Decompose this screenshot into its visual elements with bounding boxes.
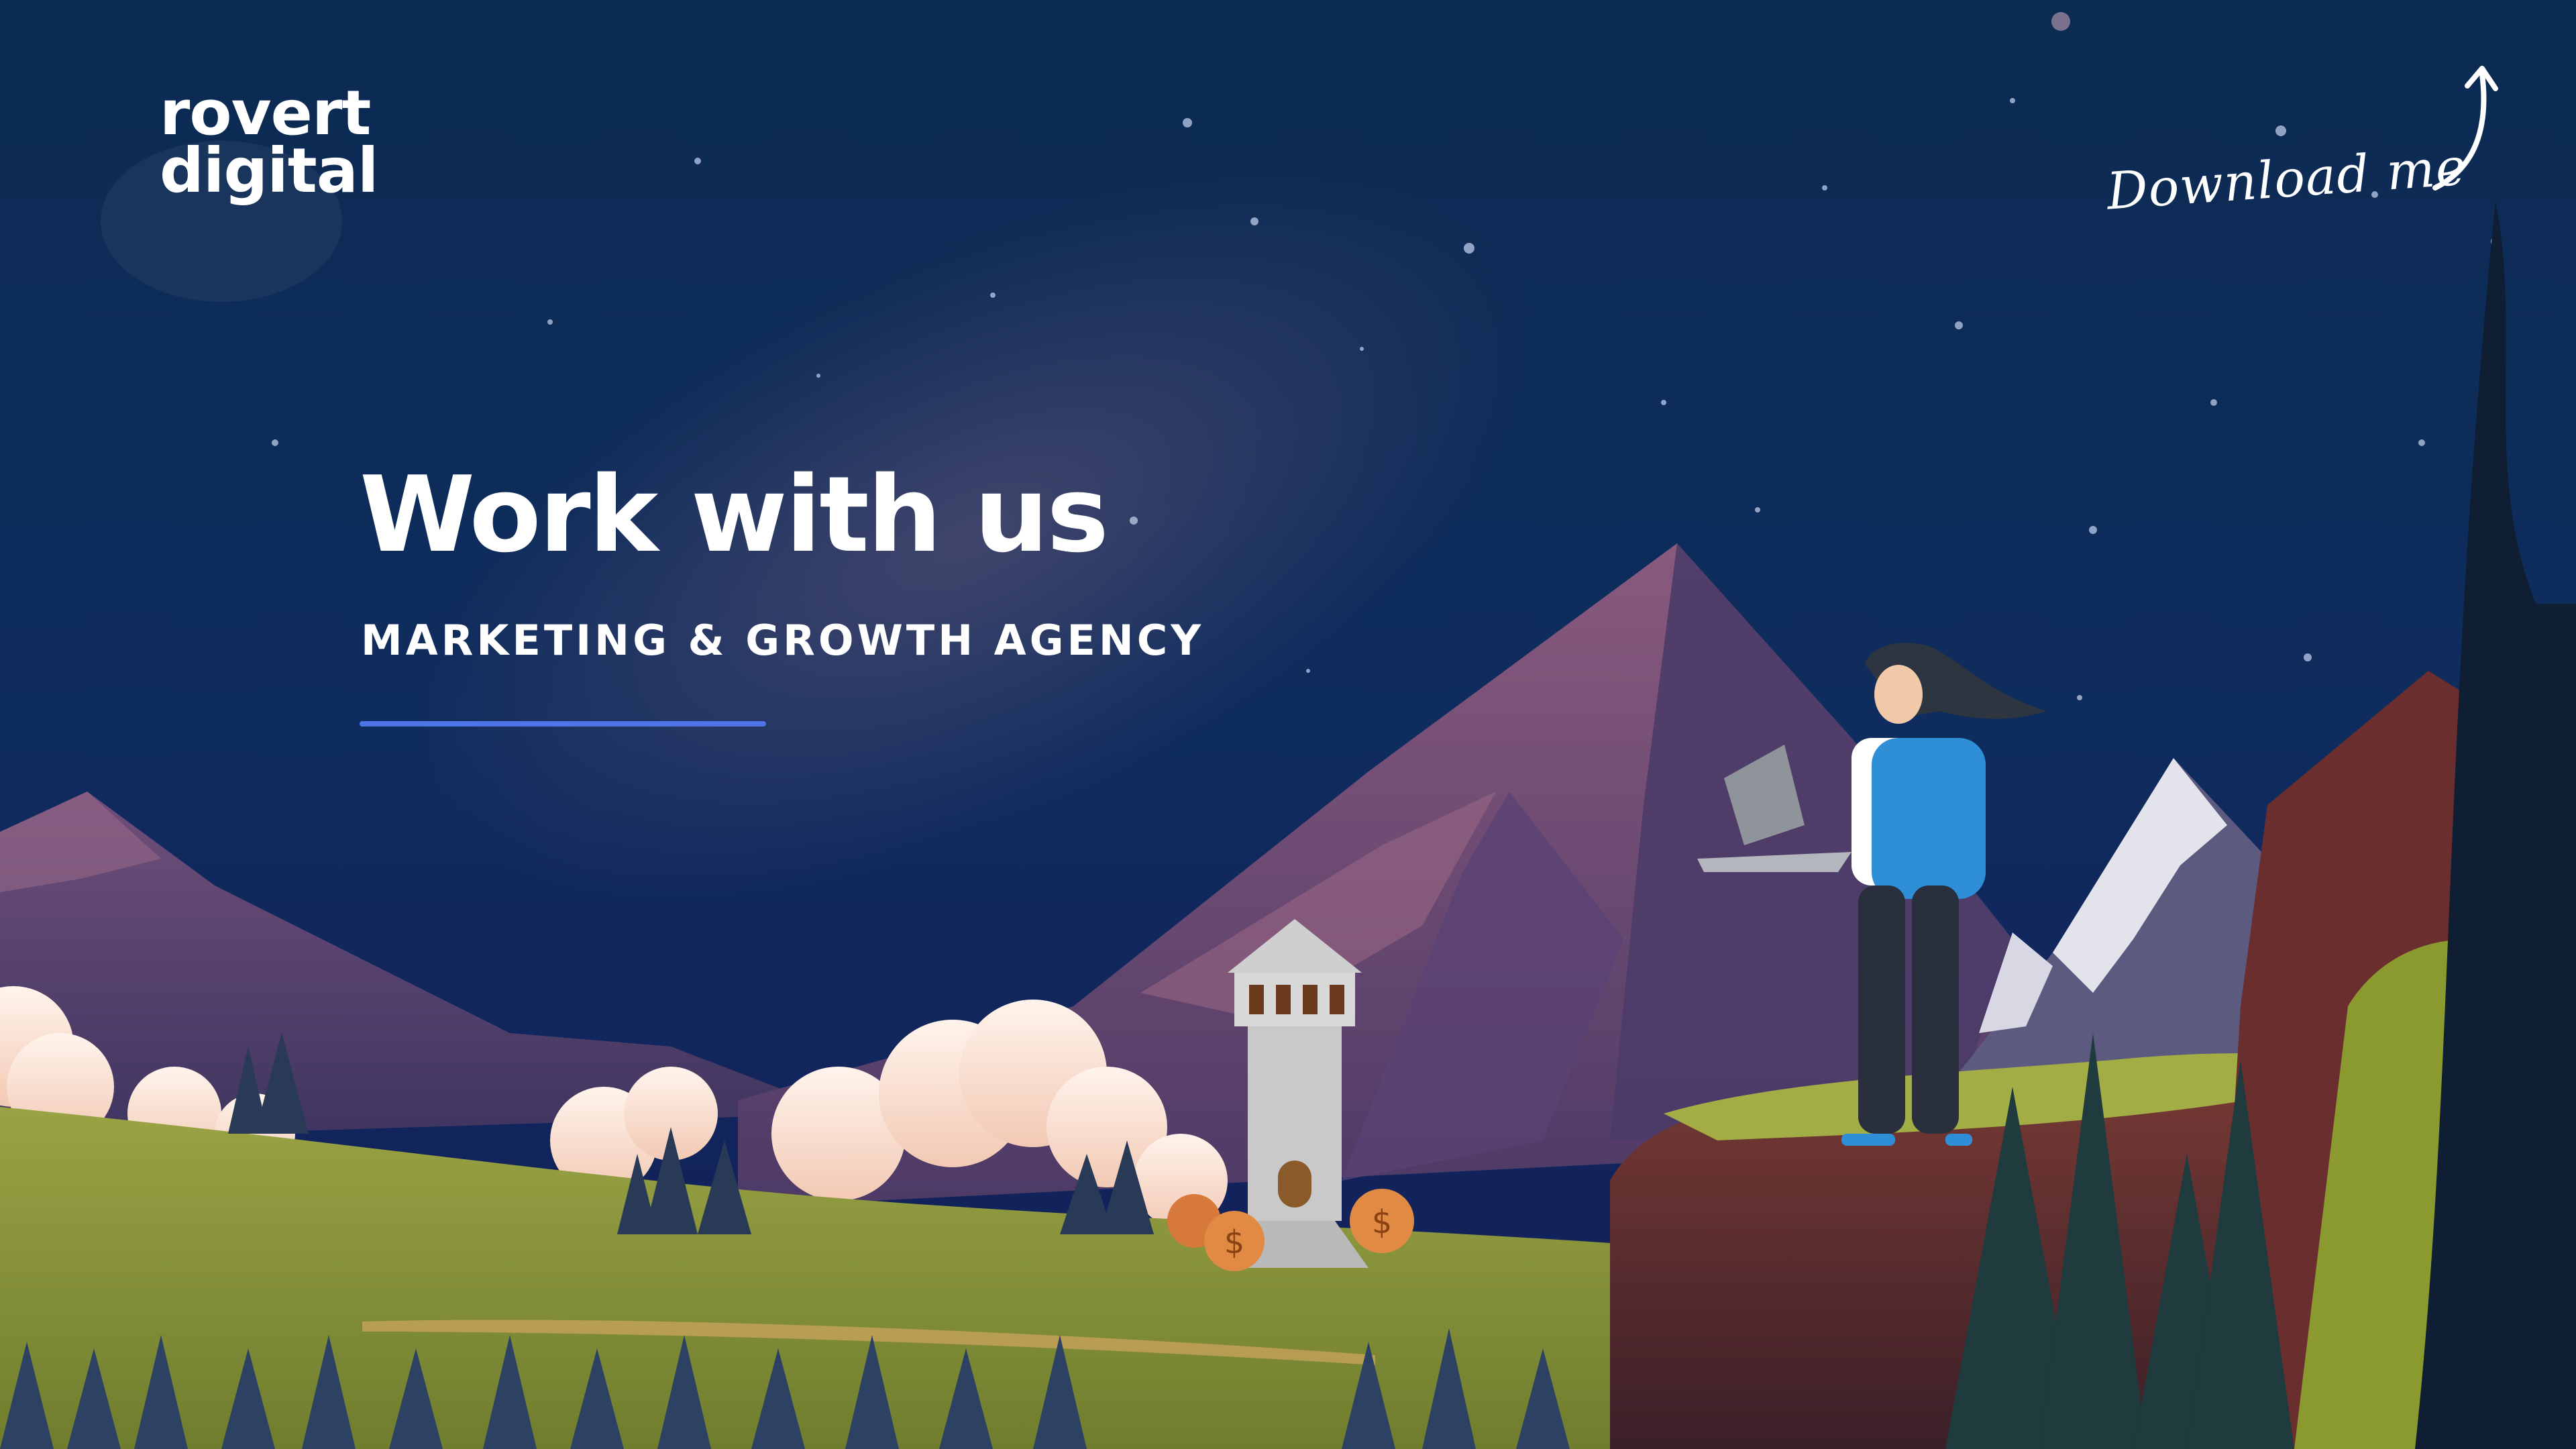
hero-title: Work with us [360, 453, 1109, 576]
brand-logo-line2: digital [160, 135, 378, 207]
svg-text:$: $ [1224, 1224, 1245, 1261]
accent-divider [360, 721, 766, 727]
hero-subtitle: MARKETING & GROWTH AGENCY [361, 616, 1205, 665]
brand-logo-line1: rovert [160, 77, 371, 149]
brand-logo[interactable]: rovert digital [160, 77, 378, 207]
hero-section: $ $ rovert digital Download me Work with… [0, 0, 2576, 1449]
curved-arrow-up-icon [2432, 66, 2498, 191]
svg-text:$: $ [1372, 1203, 1393, 1241]
